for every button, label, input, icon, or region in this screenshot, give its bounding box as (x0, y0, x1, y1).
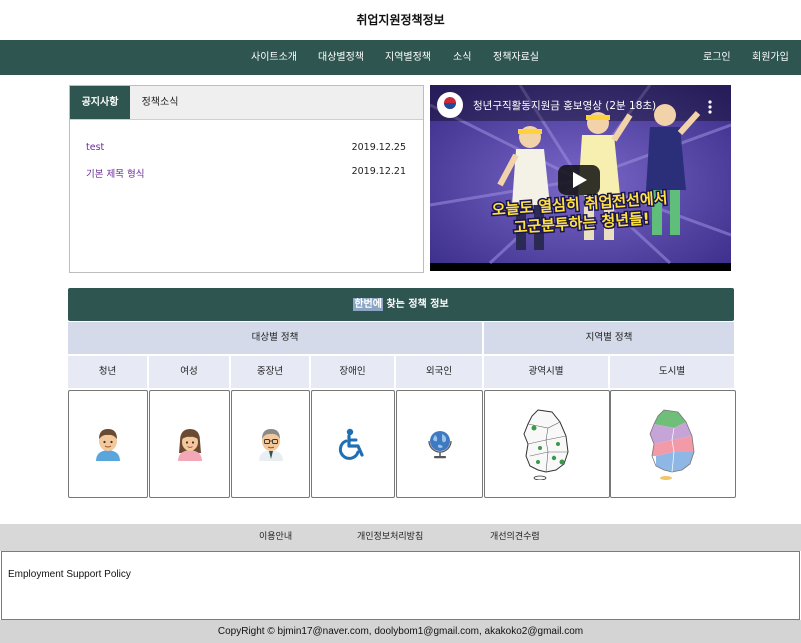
footer-links: 이용안내 개인정보처리방침 개선의견수렴 (0, 524, 801, 551)
video-player[interactable]: 오늘도 열심히 취업전선에서 고군분투하는 청년들! 청년구직활동지원금 홍보영… (430, 85, 731, 271)
copyright: CopyRight © bjmin17@naver.com, doolybom1… (0, 620, 801, 643)
globe-icon (427, 431, 452, 459)
nav-item-news[interactable]: 소식 (453, 40, 471, 75)
footer-policy-box: Employment Support Policy (1, 551, 800, 620)
post-date: 2019.12.25 (351, 142, 406, 153)
group-region-policy: 지역별 정책 (484, 322, 734, 354)
site-title: 취업지원정책정보 (356, 13, 445, 27)
list-item[interactable]: test 2019.12.25 (86, 142, 406, 156)
notice-board: 공지사항 정책소식 test 2019.12.25 기본 제목 형식 2019.… (69, 85, 424, 273)
group-target-policy: 대상별 정책 (68, 322, 482, 354)
category-foreigner[interactable]: 외국인 (396, 356, 482, 388)
footer-link-privacy[interactable]: 개인정보처리방침 (357, 524, 423, 551)
main-nav: 사이트소개 대상별정책 지역별정책 소식 정책자료실 로그인 회원가입 (0, 40, 801, 75)
signup-link[interactable]: 회원가입 (752, 40, 789, 75)
more-options-icon (708, 100, 712, 114)
finder-heading-text: 찾는 정책 정보 (382, 299, 449, 310)
play-icon (558, 165, 600, 195)
channel-logo-icon (437, 92, 463, 118)
wheelchair-icon (338, 428, 364, 460)
nav-item-about[interactable]: 사이트소개 (251, 40, 297, 75)
card-youth[interactable] (68, 390, 148, 498)
tab-notice[interactable]: 공지사항 (70, 86, 130, 119)
notice-tabs: 공지사항 정책소식 (70, 86, 423, 120)
login-link[interactable]: 로그인 (703, 40, 731, 75)
video-title: 청년구직활동지원금 홍보영상 (2분 18초) (473, 99, 656, 112)
finder-heading-highlight: 한번에 (353, 298, 383, 311)
post-date: 2019.12.21 (351, 166, 406, 177)
young-man-icon (96, 429, 120, 461)
category-metropolitan[interactable]: 광역시별 (484, 356, 608, 388)
footer-link-guide[interactable]: 이용안내 (259, 524, 292, 551)
category-disabled[interactable]: 장애인 (311, 356, 394, 388)
korea-map-city-icon (649, 409, 695, 480)
post-title[interactable]: 기본 제목 형식 (86, 166, 144, 180)
list-item[interactable]: 기본 제목 형식 2019.12.21 (86, 166, 406, 180)
category-middle-aged[interactable]: 중장년 (231, 356, 309, 388)
video-thumbnail: 오늘도 열심히 취업전선에서 고군분투하는 청년들! 청년구직활동지원금 홍보영… (430, 85, 731, 265)
korea-map-metro-icon (523, 409, 569, 480)
category-youth[interactable]: 청년 (68, 356, 147, 388)
nav-item-region-policy[interactable]: 지역별정책 (385, 40, 431, 75)
nav-item-target-policy[interactable]: 대상별정책 (318, 40, 364, 75)
card-middle-aged[interactable] (231, 390, 310, 498)
card-women[interactable] (149, 390, 230, 498)
tab-policy-news[interactable]: 정책소식 (130, 86, 190, 119)
category-city[interactable]: 도시별 (610, 356, 734, 388)
footer-policy-text: Employment Support Policy (8, 569, 131, 580)
nav-item-policy-archive[interactable]: 정책자료실 (493, 40, 539, 75)
card-city[interactable] (610, 390, 736, 498)
footer-link-feedback[interactable]: 개선의견수렴 (490, 524, 540, 551)
finder-heading: 한번에 찾는 정책 정보 (68, 288, 734, 321)
card-foreigner[interactable] (396, 390, 483, 498)
middle-aged-man-icon (258, 429, 283, 461)
category-women[interactable]: 여성 (149, 356, 229, 388)
post-title[interactable]: test (86, 142, 104, 153)
woman-icon (177, 429, 202, 461)
card-metropolitan[interactable] (484, 390, 610, 498)
card-disabled[interactable] (311, 390, 395, 498)
